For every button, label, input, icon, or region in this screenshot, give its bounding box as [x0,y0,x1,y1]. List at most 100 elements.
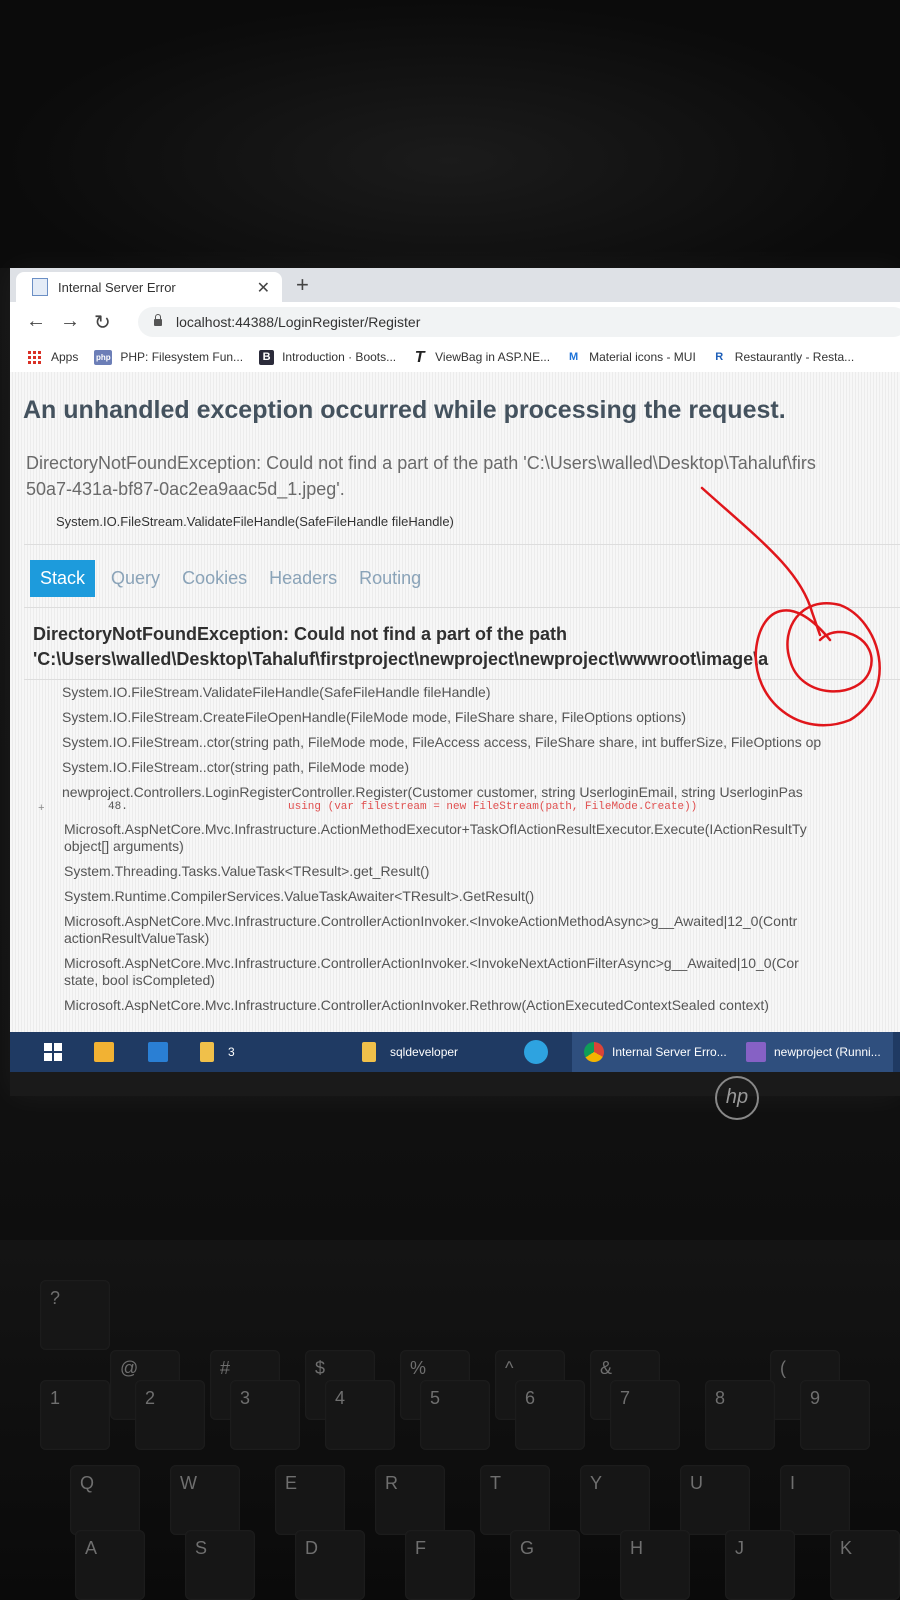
key: 5 [420,1380,490,1450]
stack-frame-continuation: object[] arguments) [64,838,184,854]
bookmark-label: PHP: Filesystem Fun... [120,350,244,364]
mail-taskbar-item[interactable] [148,1032,168,1072]
visualstudio-taskbar-item[interactable]: newproject (Runni... [734,1032,893,1072]
bookmark-label: ViewBag in ASP.NE... [435,350,551,364]
stack-frame[interactable]: Microsoft.AspNetCore.Mvc.Infrastructure.… [64,821,900,838]
key: 3 [230,1380,300,1450]
source-line-number: 48. [108,801,128,813]
error-message-line: DirectoryNotFoundException: Could not fi… [26,453,816,473]
error-location: System.IO.FileStream.ValidateFileHandle(… [56,514,454,529]
key: F [405,1530,475,1600]
stack-frame[interactable]: Microsoft.AspNetCore.Mvc.Infrastructure.… [64,997,900,1014]
reload-icon[interactable]: ↻ [94,310,111,335]
key: Y [580,1465,650,1535]
stack-frame-continuation: actionResultValueTask) [64,930,210,946]
folder-icon [362,1042,376,1062]
taskbar-item-label: Internal Server Erro... [612,1045,727,1059]
key: 9 [800,1380,870,1450]
screen-bottom-edge [10,1072,900,1096]
laptop-screen: Internal Server Error ✕ + ← → ↻ localhos… [10,268,900,1096]
hp-logo: hp [715,1076,759,1120]
exception-title-line: DirectoryNotFoundException: Could not fi… [33,624,567,644]
bookmark-php[interactable]: php PHP: Filesystem Fun... [94,349,244,365]
bookmark-restaurantly[interactable]: R Restaurantly - Resta... [712,350,854,365]
bookmark-apps[interactable]: Apps [10,350,78,364]
bookmarks-bar: Apps php PHP: Filesystem Fun... B Introd… [10,342,900,373]
key: 8 [705,1380,775,1450]
bookmark-mui[interactable]: M Material icons - MUI [566,350,696,365]
key: U [680,1465,750,1535]
key: T [480,1465,550,1535]
key: 1 [40,1380,110,1450]
explorer-taskbar-item[interactable]: 3 [200,1032,235,1072]
key: 7 [610,1380,680,1450]
key: ? [40,1280,110,1350]
bootstrap-icon: B [259,349,275,365]
restaurantly-icon: R [715,350,724,363]
start-button[interactable] [44,1032,62,1072]
exception-title-line: 'C:\Users\walled\Desktop\Tahaluf\firstpr… [33,649,769,669]
error-message-line: 50a7-431a-bf87-0ac2ea9aac5d_1.jpeg'. [26,479,345,499]
address-bar[interactable]: localhost:44388/LoginRegister/Register [138,307,900,337]
stack-frame[interactable]: System.IO.FileStream..ctor(string path, … [62,734,900,751]
browser-toolbar: ← → ↻ localhost:44388/LoginRegister/Regi… [10,302,900,342]
edge-icon [524,1040,548,1064]
key: 2 [135,1380,205,1450]
back-arrow-icon[interactable]: ← [26,310,46,333]
chrome-taskbar-item[interactable]: Internal Server Erro... [572,1032,739,1072]
stack-frame[interactable]: Microsoft.AspNetCore.Mvc.Infrastructure.… [64,913,900,930]
store-icon [94,1042,114,1062]
url-text[interactable]: localhost:44388/LoginRegister/Register [176,314,420,330]
browser-tab[interactable]: Internal Server Error ✕ [16,272,282,302]
key: S [185,1530,255,1600]
tab-headers[interactable]: Headers [259,560,347,597]
apps-grid-icon [28,350,41,364]
bookmark-bootstrap[interactable]: B Introduction · Boots... [259,349,396,365]
key: A [75,1530,145,1600]
divider [24,679,900,680]
bookmark-label: Material icons - MUI [589,350,696,364]
tab-cookies[interactable]: Cookies [172,560,257,597]
error-page: An unhandled exception occurred while pr… [10,372,900,1032]
sqldeveloper-taskbar-item[interactable]: sqldeveloper [362,1032,458,1072]
edge-taskbar-item[interactable] [524,1032,548,1072]
tab-routing[interactable]: Routing [349,560,431,597]
bookmark-label: Restaurantly - Resta... [734,350,855,364]
close-tab-icon[interactable]: ✕ [257,278,270,298]
tab-query[interactable]: Query [101,560,170,597]
stack-frame[interactable]: System.Threading.Tasks.ValueTask<TResult… [64,863,900,880]
visual-studio-icon [746,1042,766,1062]
forward-arrow-icon[interactable]: → [60,310,80,333]
expand-source-icon[interactable]: + [38,803,45,815]
bookmark-viewbag[interactable]: T ViewBag in ASP.NE... [412,348,551,366]
store-taskbar-item[interactable] [94,1032,114,1072]
stack-trace: System.IO.FileStream.ValidateFileHandle(… [38,684,900,1022]
key: E [275,1465,345,1535]
browser-tabstrip: Internal Server Error ✕ + [10,268,900,302]
tab-stack[interactable]: Stack [30,560,96,597]
taskbar-item-label: sqldeveloper [390,1045,459,1059]
stack-frame[interactable]: System.IO.FileStream.CreateFileOpenHandl… [62,709,900,726]
stack-frame[interactable]: Microsoft.AspNetCore.Mvc.Infrastructure.… [64,955,900,972]
stack-frame[interactable]: newproject.Controllers.LoginRegisterCont… [62,784,900,801]
t-icon: T [414,348,425,366]
error-message: DirectoryNotFoundException: Could not fi… [26,450,900,502]
divider [24,607,900,608]
key: 4 [325,1380,395,1450]
stack-frame[interactable]: System.IO.FileStream..ctor(string path, … [62,759,900,776]
key: Q [70,1465,140,1535]
stack-frame[interactable]: System.Runtime.CompilerServices.ValueTas… [64,888,900,905]
new-tab-button[interactable]: + [296,272,309,298]
key: 6 [515,1380,585,1450]
key: D [295,1530,365,1600]
key: I [780,1465,850,1535]
divider [24,544,900,545]
page-title: An unhandled exception occurred while pr… [23,396,786,424]
windows-taskbar: 3 sqldeveloper Internal Server Erro... n… [10,1032,900,1072]
source-code: using (var filestream = new FileStream(p… [288,801,698,813]
source-code-line: + 48. using (var filestream = new FileSt… [38,801,900,817]
taskbar-item-label: newproject (Runni... [774,1045,881,1059]
exception-title: DirectoryNotFoundException: Could not fi… [33,622,900,672]
key: J [725,1530,795,1600]
stack-frame[interactable]: System.IO.FileStream.ValidateFileHandle(… [62,684,900,701]
